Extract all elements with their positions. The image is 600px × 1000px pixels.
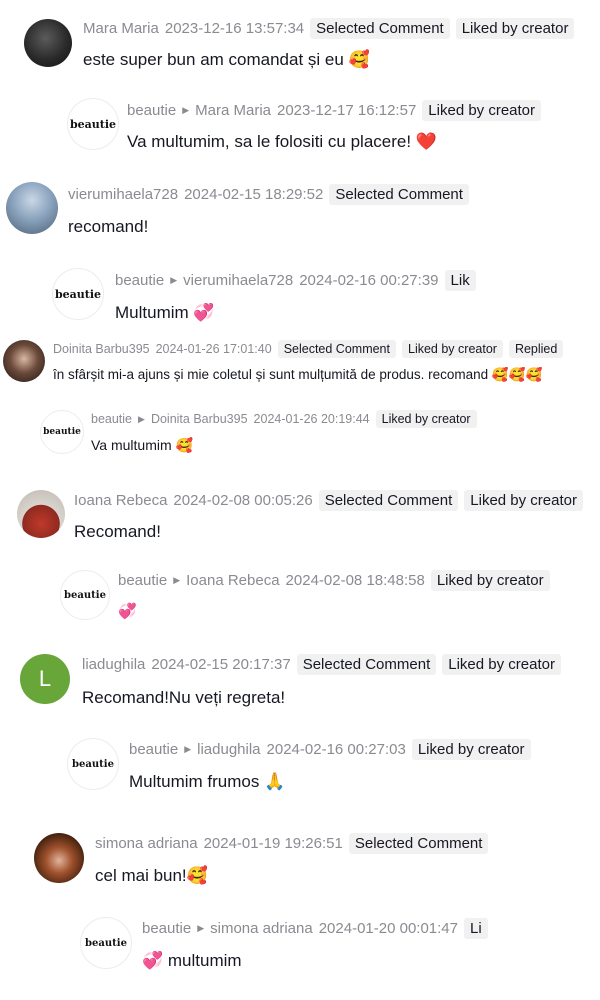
tag-badge: Selected Comment — [329, 184, 469, 205]
reply-to[interactable]: Mara Maria — [195, 102, 271, 119]
comment-meta: liadughila 2024-02-15 20:17:37 Selected … — [82, 654, 600, 675]
tag-badge: Liked by creator — [430, 570, 550, 591]
tag-badge: Selected Comment — [277, 340, 396, 358]
brand-logo: beautie — [43, 427, 81, 437]
reply-author[interactable]: beautie — [91, 412, 132, 426]
reply-meta: beautie ▶ Doinita Barbu395 2024-01-26 20… — [91, 410, 477, 428]
reply-to[interactable]: simona adriana — [210, 920, 313, 937]
reply-date: 2023-12-17 16:12:57 — [277, 102, 417, 119]
reply-to[interactable]: vierumihaela728 — [183, 272, 293, 289]
comment-text: recomand! — [68, 217, 149, 236]
avatar[interactable] — [6, 182, 58, 234]
comment-date: 2024-02-08 00:05:26 — [173, 492, 313, 509]
tag-badge: Lik — [444, 270, 476, 291]
reply-text: Multumim frumos 🙏 — [129, 772, 286, 791]
caret-right-icon: ▶ — [138, 413, 145, 424]
comment-meta: Mara Maria 2023-12-16 13:57:34 Selected … — [83, 18, 575, 39]
caret-right-icon: ▶ — [182, 105, 190, 115]
comment-author[interactable]: vierumihaela728 — [68, 186, 178, 203]
comment-meta: Doinita Barbu395 2024-01-26 17:01:40 Sel… — [53, 340, 564, 358]
reply-text: Va multumim, sa le folositi cu placere! … — [127, 132, 437, 151]
reply-meta: beautie ▶ liadughila 2024-02-16 00:27:03… — [129, 739, 531, 760]
comment-text: Recomand! — [74, 522, 161, 541]
comment-author[interactable]: Doinita Barbu395 — [53, 342, 150, 356]
reply-text: Va multumim 🥰 — [91, 437, 193, 453]
caret-right-icon: ▶ — [184, 744, 192, 754]
avatar[interactable]: beautie — [52, 268, 104, 320]
reply-meta: beautie ▶ Ioana Rebeca 2024-02-08 18:48:… — [118, 570, 550, 591]
comment-meta: simona adriana 2024-01-19 19:26:51 Selec… — [95, 833, 489, 854]
reply-author[interactable]: beautie — [118, 572, 167, 589]
avatar[interactable]: L — [20, 654, 70, 704]
tag-badge: Liked by creator — [411, 739, 531, 760]
reply-text: 💞 multumim — [142, 951, 242, 970]
reply-meta: beautie ▶ simona adriana 2024-01-20 00:0… — [142, 918, 512, 939]
comment-text: este super bun am comandat și eu 🥰 — [83, 50, 370, 69]
comment-author[interactable]: liadughila — [82, 656, 145, 673]
comment-meta: Ioana Rebeca 2024-02-08 00:05:26 Selecte… — [74, 490, 600, 511]
tag-badge: Liked by creator — [442, 654, 561, 675]
avatar[interactable] — [3, 340, 45, 382]
tag-badge: Selected Comment — [296, 654, 437, 675]
tag-badge: Liked by creator — [402, 340, 503, 358]
reply-author[interactable]: beautie — [127, 102, 176, 119]
tag-badge: Li — [464, 918, 488, 939]
comment-text: în sfârșit mi-a ajuns și mie coletul și … — [53, 367, 543, 382]
reply-to[interactable]: liadughila — [197, 741, 260, 758]
reply-meta: beautie ▶ Mara Maria 2023-12-17 16:12:57… — [127, 100, 542, 121]
tag-badge: Replied — [508, 340, 564, 358]
reply-author[interactable]: beautie — [129, 741, 178, 758]
comment-author[interactable]: simona adriana — [95, 835, 198, 852]
reply-date: 2024-02-08 18:48:58 — [285, 572, 425, 589]
avatar[interactable]: beautie — [67, 98, 119, 150]
reply-to[interactable]: Ioana Rebeca — [186, 572, 279, 589]
caret-right-icon: ▶ — [173, 575, 181, 585]
tag-badge: Selected Comment — [310, 18, 450, 39]
avatar-letter: L — [38, 666, 52, 691]
comment-text: Recomand!Nu veți regreta! — [82, 688, 286, 707]
tag-badge: Selected Comment — [348, 833, 489, 854]
avatar[interactable]: beautie — [40, 410, 84, 454]
caret-right-icon: ▶ — [197, 923, 205, 933]
caret-right-icon: ▶ — [170, 275, 178, 285]
avatar[interactable] — [34, 833, 84, 883]
reply-text: 💞 — [118, 603, 137, 620]
reply-date: 2024-01-20 00:01:47 — [318, 920, 458, 937]
brand-logo: beautie — [69, 117, 117, 131]
reply-date: 2024-01-26 20:19:44 — [253, 412, 370, 426]
reply-author[interactable]: beautie — [115, 272, 164, 289]
reply-date: 2024-02-16 00:27:03 — [266, 741, 406, 758]
comment-date: 2024-01-19 19:26:51 — [203, 835, 343, 852]
comment-date: 2023-12-16 13:57:34 — [164, 20, 305, 37]
comment-text: cel mai bun!🥰 — [95, 866, 208, 885]
comment-date: 2024-02-15 18:29:52 — [184, 186, 324, 203]
reply-text: Multumim 💞 — [115, 303, 215, 322]
avatar[interactable]: beautie — [80, 917, 132, 969]
tag-badge: Liked by creator — [464, 490, 583, 511]
reply-author[interactable]: beautie — [142, 920, 191, 937]
comment-meta: vierumihaela728 2024-02-15 18:29:52 Sele… — [68, 184, 469, 205]
reply-to[interactable]: Doinita Barbu395 — [151, 412, 248, 426]
tag-badge: Liked by creator — [375, 410, 477, 428]
avatar[interactable] — [24, 19, 72, 67]
brand-logo: beautie — [64, 589, 106, 601]
brand-logo: beautie — [72, 758, 114, 770]
avatar[interactable] — [17, 490, 65, 538]
comment-date: 2024-02-15 20:17:37 — [151, 656, 291, 673]
reply-date: 2024-02-16 00:27:39 — [299, 272, 439, 289]
brand-logo: beautie — [54, 287, 102, 301]
comment-author[interactable]: Mara Maria — [83, 20, 159, 37]
avatar[interactable]: beautie — [67, 738, 119, 790]
reply-meta: beautie ▶ vierumihaela728 2024-02-16 00:… — [115, 270, 500, 291]
tag-badge: Selected Comment — [318, 490, 459, 511]
comment-date: 2024-01-26 17:01:40 — [155, 342, 272, 356]
tag-badge: Liked by creator — [455, 18, 575, 39]
brand-logo: beautie — [85, 937, 127, 949]
comment-author[interactable]: Ioana Rebeca — [74, 492, 167, 509]
avatar[interactable]: beautie — [60, 570, 110, 620]
tag-badge: Liked by creator — [422, 100, 542, 121]
